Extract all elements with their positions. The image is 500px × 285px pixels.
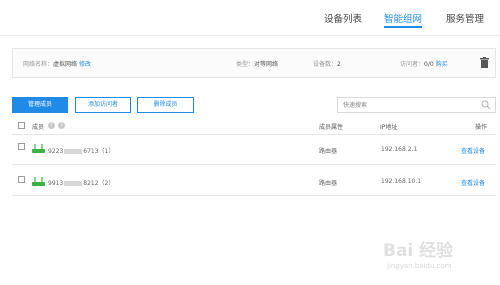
tab-label: 服务管理 bbox=[446, 14, 485, 25]
member-ip: 192.168.2.1 bbox=[381, 146, 418, 153]
member-id-prefix: 9223 bbox=[48, 148, 64, 155]
network-type-value: 对等网络 bbox=[254, 61, 279, 68]
member-id-suffix: 8212（2） bbox=[83, 180, 115, 187]
network-name-label: 网络名称： bbox=[23, 61, 54, 68]
network-info-bar: 网络名称：虚拟网络 修改 类型：对等网络 设备数：2 访问者：0/0 购买 bbox=[12, 48, 496, 78]
masked-id bbox=[64, 181, 83, 186]
ip-column-header: IP地址 bbox=[380, 124, 398, 131]
table-row: 9223 6713（1） 路由器 192.168.2.1 查看设备 bbox=[12, 135, 496, 165]
tab-device-list[interactable]: 设备列表 bbox=[324, 11, 362, 25]
network-type-info: 类型：对等网络 bbox=[236, 59, 278, 68]
tab-label: 设备列表 bbox=[324, 14, 363, 25]
select-all-checkbox[interactable] bbox=[18, 122, 25, 129]
help-icon[interactable]: ? bbox=[58, 122, 65, 129]
top-navigation: 设备列表 智能组网 服务管理 bbox=[0, 0, 500, 36]
visitor-label: 访问者： bbox=[400, 61, 425, 68]
device-count-label: 设备数： bbox=[313, 61, 338, 68]
members-table-header: 成员 ? ? 成员属性 IP地址 操作 bbox=[12, 119, 496, 135]
member-id-prefix: 9913 bbox=[48, 180, 64, 187]
search-input[interactable] bbox=[338, 98, 478, 112]
router-icon bbox=[32, 177, 45, 186]
tab-service-management[interactable]: 服务管理 bbox=[446, 11, 484, 25]
member-attribute: 路由器 bbox=[319, 180, 338, 187]
member-attribute: 路由器 bbox=[319, 148, 338, 155]
search-box bbox=[337, 97, 496, 113]
tab-label: 智能组网 bbox=[384, 14, 423, 25]
member-ip: 192.168.10.1 bbox=[381, 178, 422, 185]
help-icon[interactable]: ? bbox=[48, 122, 55, 129]
add-visitor-button[interactable]: 添加访问者 bbox=[75, 97, 131, 113]
trash-icon[interactable] bbox=[480, 57, 489, 68]
view-device-link[interactable]: 查看设备 bbox=[461, 146, 485, 155]
table-row: 9913 8212（2） 路由器 192.168.10.1 查看设备 bbox=[12, 166, 496, 196]
buy-link[interactable]: 购买 bbox=[436, 61, 448, 68]
attribute-column-header: 成员属性 bbox=[319, 124, 344, 131]
device-count-value: 2 bbox=[337, 61, 341, 68]
action-column-header: 操作 bbox=[475, 124, 488, 131]
network-name-info: 网络名称：虚拟网络 修改 bbox=[23, 59, 91, 68]
view-device-link[interactable]: 查看设备 bbox=[461, 178, 485, 187]
active-tab-indicator bbox=[384, 26, 423, 28]
tab-smart-network[interactable]: 智能组网 bbox=[384, 11, 423, 28]
watermark-text: Bai 经验 bbox=[383, 241, 454, 261]
member-id-suffix: 6713（1） bbox=[83, 148, 115, 155]
delete-member-button[interactable]: 删除成员 bbox=[137, 97, 194, 113]
row-checkbox[interactable] bbox=[18, 176, 25, 183]
visitor-info: 访问者：0/0 购买 bbox=[400, 59, 448, 68]
watermark-url: jingyan.baidu.com bbox=[387, 262, 452, 270]
network-type-label: 类型： bbox=[236, 61, 255, 68]
search-icon[interactable] bbox=[481, 100, 491, 110]
visitor-value: 0/0 bbox=[424, 61, 434, 68]
router-icon bbox=[32, 144, 45, 153]
manage-members-button[interactable]: 管理成员 bbox=[12, 97, 68, 113]
member-column-header: 成员 bbox=[32, 124, 45, 131]
network-name-value: 虚拟网络 bbox=[53, 61, 78, 68]
member-id: 9913 8212（2） bbox=[48, 178, 114, 187]
device-count-info: 设备数：2 bbox=[313, 59, 341, 68]
masked-id bbox=[64, 149, 83, 154]
member-id: 9223 6713（1） bbox=[48, 146, 114, 155]
row-checkbox[interactable] bbox=[18, 143, 25, 150]
edit-network-name-link[interactable]: 修改 bbox=[79, 61, 91, 68]
baidu-watermark: Bai 经验 jingyan.baidu.com bbox=[375, 232, 495, 282]
